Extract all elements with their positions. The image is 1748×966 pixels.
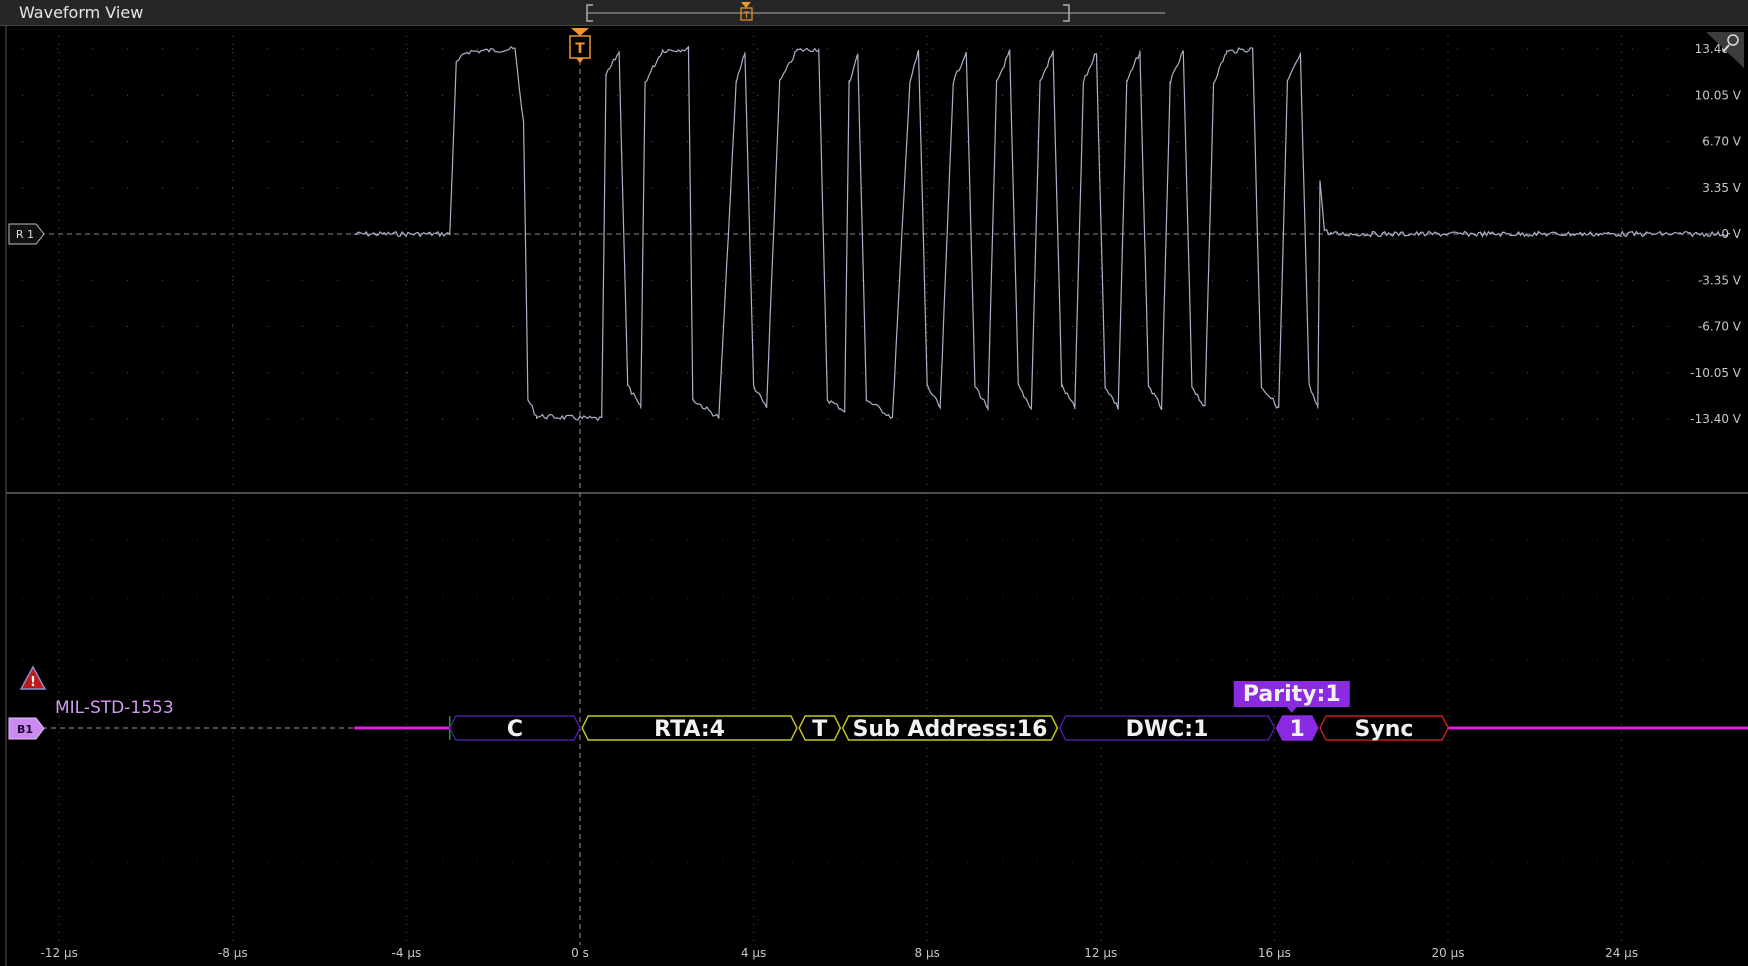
x-tick-label: -8 µs (218, 946, 248, 960)
x-tick-label: -4 µs (392, 946, 422, 960)
x-tick-label: 24 µs (1605, 946, 1638, 960)
overview-trigger-arrow (741, 2, 751, 8)
decode-segment-label: RTA:4 (654, 717, 725, 742)
y-tick-label: 3.35 V (1702, 181, 1742, 195)
x-tick-label: 0 s (571, 946, 589, 960)
graticule (22, 36, 1720, 945)
bus-badge-group[interactable]: B1 (8, 717, 45, 740)
decode-segment-label: T (812, 717, 827, 742)
decode-segment-label: DWC:1 (1126, 717, 1209, 742)
trigger-marker[interactable]: T (569, 28, 591, 63)
y-tick-label: 10.05 V (1695, 88, 1742, 102)
y-tick-label: -6.70 V (1698, 320, 1742, 334)
x-axis-labels: -12 µs -8 µs -4 µs 0 s 4 µs 8 µs 12 µs 16 µs 20 … (41, 946, 1639, 960)
x-tick-label: 4 µs (741, 946, 766, 960)
record-overview-bar[interactable]: T (586, 2, 1165, 22)
trigger-arrow (571, 28, 589, 36)
bus-badge-label: B1 (17, 723, 33, 736)
parity-callout-pointer (1286, 707, 1297, 713)
y-tick-label: 0 V (1721, 227, 1741, 241)
decode-segment-label: Sub Address:16 (853, 717, 1048, 742)
bus-protocol-label: MIL-STD-1553 (55, 698, 174, 718)
trigger-label: T (575, 41, 585, 57)
y-tick-label: 6.70 V (1702, 135, 1742, 149)
channel-marker[interactable]: R 1 (8, 223, 45, 245)
x-tick-label: -12 µs (41, 946, 78, 960)
panel-divider (5, 25, 1748, 966)
oscilloscope-display[interactable]: T 13.40 V10.05 V6.70 V3.35 V0 V-3.35 V-6… (0, 0, 1748, 966)
y-tick-label: -13.40 V (1690, 412, 1741, 426)
decode-segment-label: C (507, 717, 523, 742)
warning-icon-glyph: ! (30, 675, 36, 690)
channel-label: R 1 (16, 228, 34, 241)
y-tick-label: -10.05 V (1690, 366, 1741, 380)
trigger-pointer (576, 58, 584, 63)
bus-decode-panel[interactable]: C RTA:4 T Sub Address:16 DWC:1 1 Sync Parity:1 M… (19, 665, 1748, 742)
x-tick-label: 16 µs (1258, 946, 1291, 960)
decode-segment-label: Sync (1355, 717, 1414, 742)
decode-segment-label: 1 (1290, 717, 1305, 742)
overview-trigger-label: T (743, 11, 750, 21)
x-tick-label: 12 µs (1084, 946, 1117, 960)
x-tick-label: 8 µs (915, 946, 940, 960)
y-tick-label: -3.35 V (1698, 273, 1742, 287)
x-tick-label: 20 µs (1432, 946, 1465, 960)
parity-callout-label: Parity:1 (1243, 682, 1341, 707)
